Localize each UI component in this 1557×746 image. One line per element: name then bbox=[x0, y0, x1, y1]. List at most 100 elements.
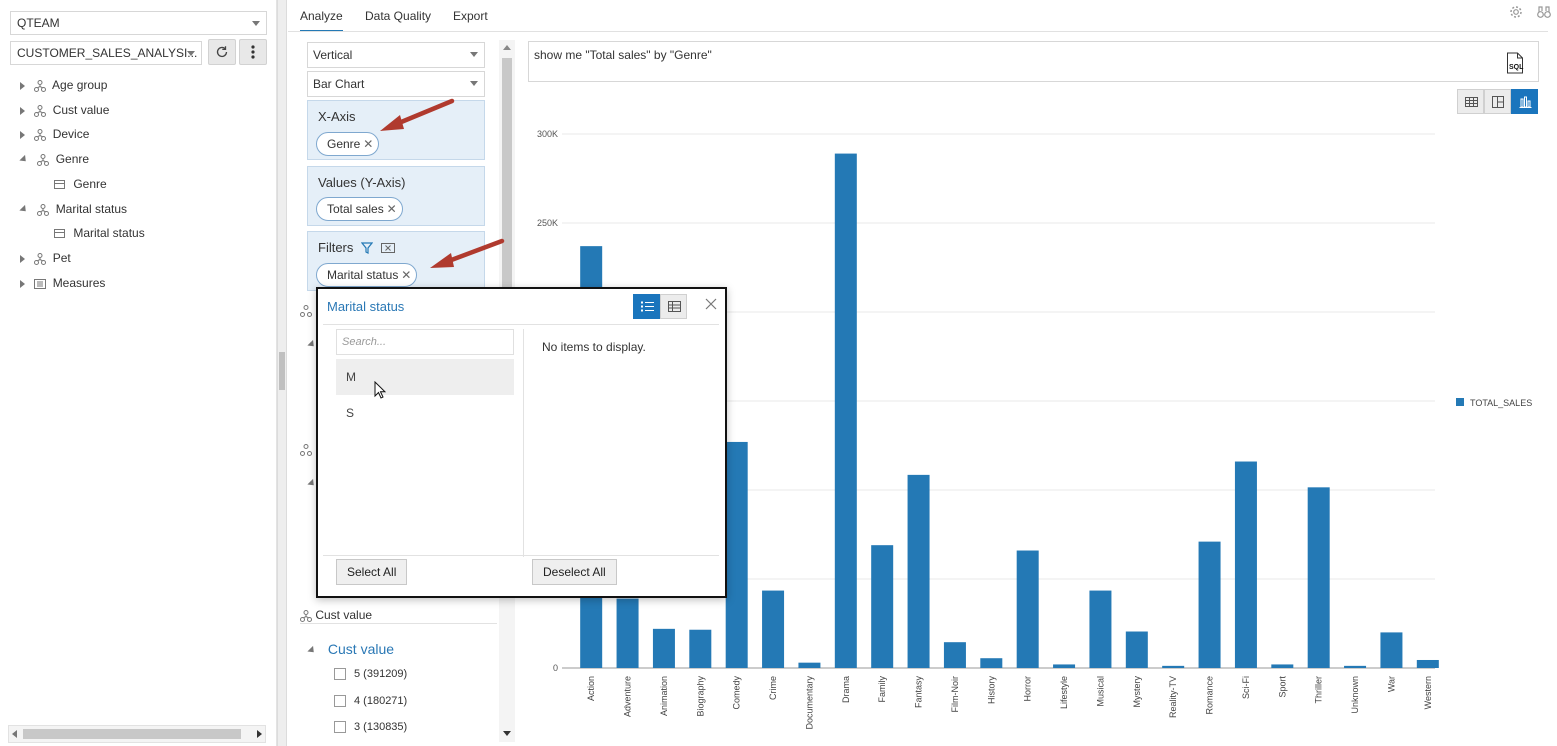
annotation-arrow bbox=[380, 98, 455, 131]
bar bbox=[1089, 590, 1112, 668]
left-panel: QTEAM CUSTOMER_SALES_ANALYSI... Age grou… bbox=[0, 0, 277, 746]
cust-value-group[interactable]: Cust value bbox=[307, 641, 395, 657]
option-label: 3 (130835) bbox=[354, 721, 408, 733]
tree-item-marital-status-level[interactable]: Marital status bbox=[54, 222, 145, 244]
sql-button[interactable]: SQL bbox=[1506, 52, 1526, 74]
chart-type-select[interactable]: Bar Chart bbox=[307, 71, 485, 97]
split-layout-icon bbox=[1492, 96, 1504, 108]
values-pill[interactable]: Total sales ✕ bbox=[316, 197, 403, 221]
collapse-icon[interactable] bbox=[307, 645, 317, 655]
tree-item-genre[interactable]: Genre bbox=[19, 148, 89, 170]
tab-export[interactable]: Export bbox=[453, 0, 488, 32]
list-item-s[interactable]: S bbox=[336, 395, 514, 431]
orientation-select[interactable]: Vertical bbox=[307, 42, 485, 68]
list-item-m[interactable]: M bbox=[336, 359, 514, 395]
legend-swatch bbox=[1456, 398, 1464, 406]
filters-zone-title: Filters bbox=[318, 240, 354, 255]
hierarchy-icon bbox=[37, 153, 50, 166]
x-tick-label: War bbox=[1386, 676, 1396, 692]
schema-select-value: QTEAM bbox=[17, 16, 60, 30]
collapse-icon[interactable] bbox=[19, 155, 29, 165]
close-icon[interactable]: ✕ bbox=[401, 264, 411, 286]
tree-item-genre-level[interactable]: Genre bbox=[54, 173, 107, 195]
x-tick-label: Biography bbox=[695, 676, 705, 717]
select-all-button[interactable]: Select All bbox=[336, 559, 408, 585]
x-tick-label: Sci-Fi bbox=[1241, 676, 1251, 699]
expand-icon[interactable] bbox=[20, 106, 25, 115]
list-view-button[interactable] bbox=[633, 294, 660, 319]
checkbox[interactable] bbox=[334, 721, 346, 734]
schema-select[interactable]: QTEAM bbox=[10, 11, 267, 35]
expand-icon[interactable] bbox=[20, 254, 25, 263]
close-icon[interactable]: ✕ bbox=[363, 133, 373, 155]
x-tick-label: History bbox=[986, 676, 996, 705]
bar bbox=[1016, 550, 1039, 668]
list-icon bbox=[641, 301, 654, 312]
pill-label: Genre bbox=[327, 137, 361, 151]
refresh-button[interactable] bbox=[208, 39, 236, 65]
close-icon[interactable]: ✕ bbox=[387, 198, 397, 220]
filter-icon[interactable] bbox=[361, 242, 373, 254]
scroll-right-icon[interactable] bbox=[257, 730, 262, 738]
more-options-button[interactable] bbox=[239, 39, 267, 65]
x-tick-label: Musical bbox=[1095, 676, 1105, 707]
clear-filter-icon[interactable] bbox=[381, 243, 395, 253]
divider bbox=[323, 555, 719, 556]
y-tick-label: 250K bbox=[537, 218, 558, 228]
query-input[interactable]: show me "Total sales" by "Genre" bbox=[528, 41, 1539, 82]
tree-item-cust-value[interactable]: Cust value bbox=[20, 99, 109, 121]
tree-item-marital-status[interactable]: Marital status bbox=[19, 198, 127, 220]
scroll-up-icon[interactable] bbox=[503, 45, 511, 50]
tab-data-quality[interactable]: Data Quality bbox=[365, 0, 431, 32]
x-axis-pill[interactable]: Genre ✕ bbox=[316, 132, 380, 156]
hierarchy-icon bbox=[300, 609, 312, 622]
x-tick-label: Reality-TV bbox=[1168, 676, 1178, 718]
expand-icon[interactable] bbox=[20, 130, 25, 139]
x-tick-label: Mystery bbox=[1132, 676, 1142, 708]
checkbox[interactable] bbox=[334, 695, 346, 708]
scrollbar-thumb[interactable] bbox=[23, 729, 241, 739]
x-tick-label: Horror bbox=[1023, 676, 1033, 702]
dataset-select[interactable]: CUSTOMER_SALES_ANALYSI... bbox=[10, 41, 202, 65]
tree-item-pet[interactable]: Pet bbox=[20, 247, 71, 269]
values-zone[interactable]: Values (Y-Axis) Total sales ✕ bbox=[307, 166, 485, 226]
splitter-grip[interactable] bbox=[279, 352, 285, 390]
close-icon[interactable] bbox=[705, 298, 717, 310]
cust-value-group-label: Cust value bbox=[327, 641, 395, 657]
table-icon bbox=[1465, 97, 1478, 107]
cust-value-option[interactable]: 4 (180271) bbox=[334, 695, 408, 708]
hierarchy-icon bbox=[300, 305, 312, 317]
tree-item-label: Age group bbox=[52, 78, 108, 92]
bar bbox=[616, 598, 639, 668]
scroll-down-icon[interactable] bbox=[503, 731, 511, 736]
table-icon bbox=[668, 301, 681, 312]
tab-analyze[interactable]: Analyze bbox=[300, 0, 343, 32]
tree-item-label: Device bbox=[52, 127, 90, 141]
tree-item-device[interactable]: Device bbox=[20, 123, 89, 145]
x-tick-label: Comedy bbox=[732, 676, 742, 710]
cust-value-heading-label: Cust value bbox=[315, 608, 373, 622]
gear-icon[interactable] bbox=[1509, 5, 1523, 19]
grid-view-button[interactable] bbox=[660, 294, 687, 319]
cust-value-option[interactable]: 3 (130835) bbox=[334, 721, 408, 734]
deselect-all-button[interactable]: Deselect All bbox=[532, 559, 617, 585]
x-tick-label: Drama bbox=[841, 676, 851, 703]
x-tick-label: Documentary bbox=[804, 676, 814, 730]
collapse-icon[interactable] bbox=[19, 205, 29, 215]
annotation-arrow bbox=[430, 238, 505, 268]
filters-pill[interactable]: Marital status ✕ bbox=[316, 263, 418, 287]
level-table-icon bbox=[54, 180, 65, 190]
search-input[interactable]: Search... bbox=[336, 329, 514, 355]
expand-icon[interactable] bbox=[20, 81, 25, 90]
binoculars-icon[interactable] bbox=[1537, 5, 1551, 19]
tree-item-measures[interactable]: Measures bbox=[20, 272, 105, 294]
scroll-left-icon[interactable] bbox=[12, 730, 17, 738]
option-label: 4 (180271) bbox=[354, 695, 408, 707]
tree-item-age-group[interactable]: Age group bbox=[20, 74, 107, 96]
expand-icon[interactable] bbox=[20, 279, 25, 288]
panel-splitter[interactable] bbox=[277, 0, 287, 746]
checkbox[interactable] bbox=[334, 668, 346, 681]
refresh-icon bbox=[216, 46, 228, 58]
cust-value-option[interactable]: 5 (391209) bbox=[334, 668, 407, 681]
left-panel-scrollbar[interactable] bbox=[8, 725, 266, 743]
